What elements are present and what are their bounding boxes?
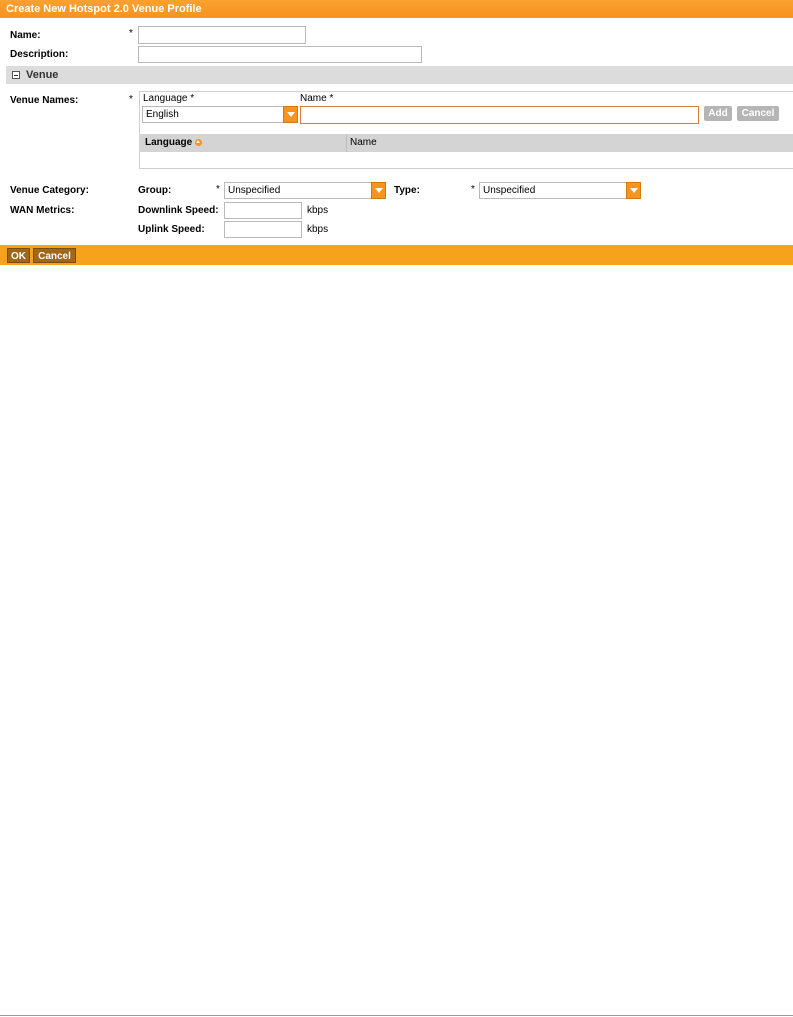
group-required-mark: * <box>216 184 220 195</box>
downlink-unit: kbps <box>307 205 329 216</box>
table-header-language[interactable]: Language <box>145 137 192 148</box>
wan-metrics-label: WAN Metrics: <box>10 205 75 216</box>
venue-names-table-body <box>139 152 793 169</box>
dialog-footer: OK Cancel <box>0 245 793 265</box>
downlink-speed-input[interactable] <box>224 202 302 219</box>
venue-section-header[interactable]: Venue <box>6 66 793 84</box>
venue-category-label: Venue Category: <box>10 185 89 196</box>
dropdown-arrow-icon[interactable] <box>283 106 298 123</box>
dropdown-arrow-icon[interactable] <box>626 182 641 199</box>
type-select[interactable]: Unspecified <box>479 182 641 199</box>
venue-section-title: Venue <box>26 69 59 81</box>
page-bottom-divider <box>0 1015 793 1016</box>
cancel-button[interactable]: Cancel <box>33 248 76 263</box>
type-required-mark: * <box>471 184 475 195</box>
description-label: Description: <box>10 49 69 60</box>
downlink-speed-label: Downlink Speed: <box>138 205 219 216</box>
group-select[interactable]: Unspecified <box>224 182 386 199</box>
name-required-mark: * <box>129 28 133 39</box>
add-button[interactable]: Add <box>704 106 732 121</box>
group-label: Group: <box>138 185 172 196</box>
language-select[interactable]: English <box>142 106 298 123</box>
dropdown-arrow-icon[interactable] <box>371 182 386 199</box>
name-input[interactable] <box>138 26 306 44</box>
venue-names-required-mark: * <box>129 94 133 105</box>
column-divider <box>346 134 347 152</box>
language-select-value: English <box>146 109 179 120</box>
language-column-header: Language * <box>143 93 195 104</box>
dialog-title: Create New Hotspot 2.0 Venue Profile <box>0 0 793 18</box>
venue-name-input[interactable] <box>300 106 699 124</box>
cancel-venue-name-button[interactable]: Cancel <box>737 106 779 121</box>
collapse-icon[interactable] <box>12 71 20 79</box>
uplink-speed-input[interactable] <box>224 221 302 238</box>
type-label: Type: <box>394 185 420 196</box>
ok-button[interactable]: OK <box>7 248 30 263</box>
name-label: Name: <box>10 30 41 41</box>
sort-asc-icon[interactable] <box>195 139 202 146</box>
group-select-value: Unspecified <box>228 185 281 196</box>
description-input[interactable] <box>138 46 422 63</box>
uplink-unit: kbps <box>307 224 329 235</box>
type-select-value: Unspecified <box>483 185 536 196</box>
name-column-header: Name * <box>300 93 334 104</box>
venue-names-label: Venue Names: <box>10 95 79 106</box>
uplink-speed-label: Uplink Speed: <box>138 224 205 235</box>
table-header-name[interactable]: Name <box>350 137 377 148</box>
venue-names-table-header: Language Name <box>139 134 793 152</box>
